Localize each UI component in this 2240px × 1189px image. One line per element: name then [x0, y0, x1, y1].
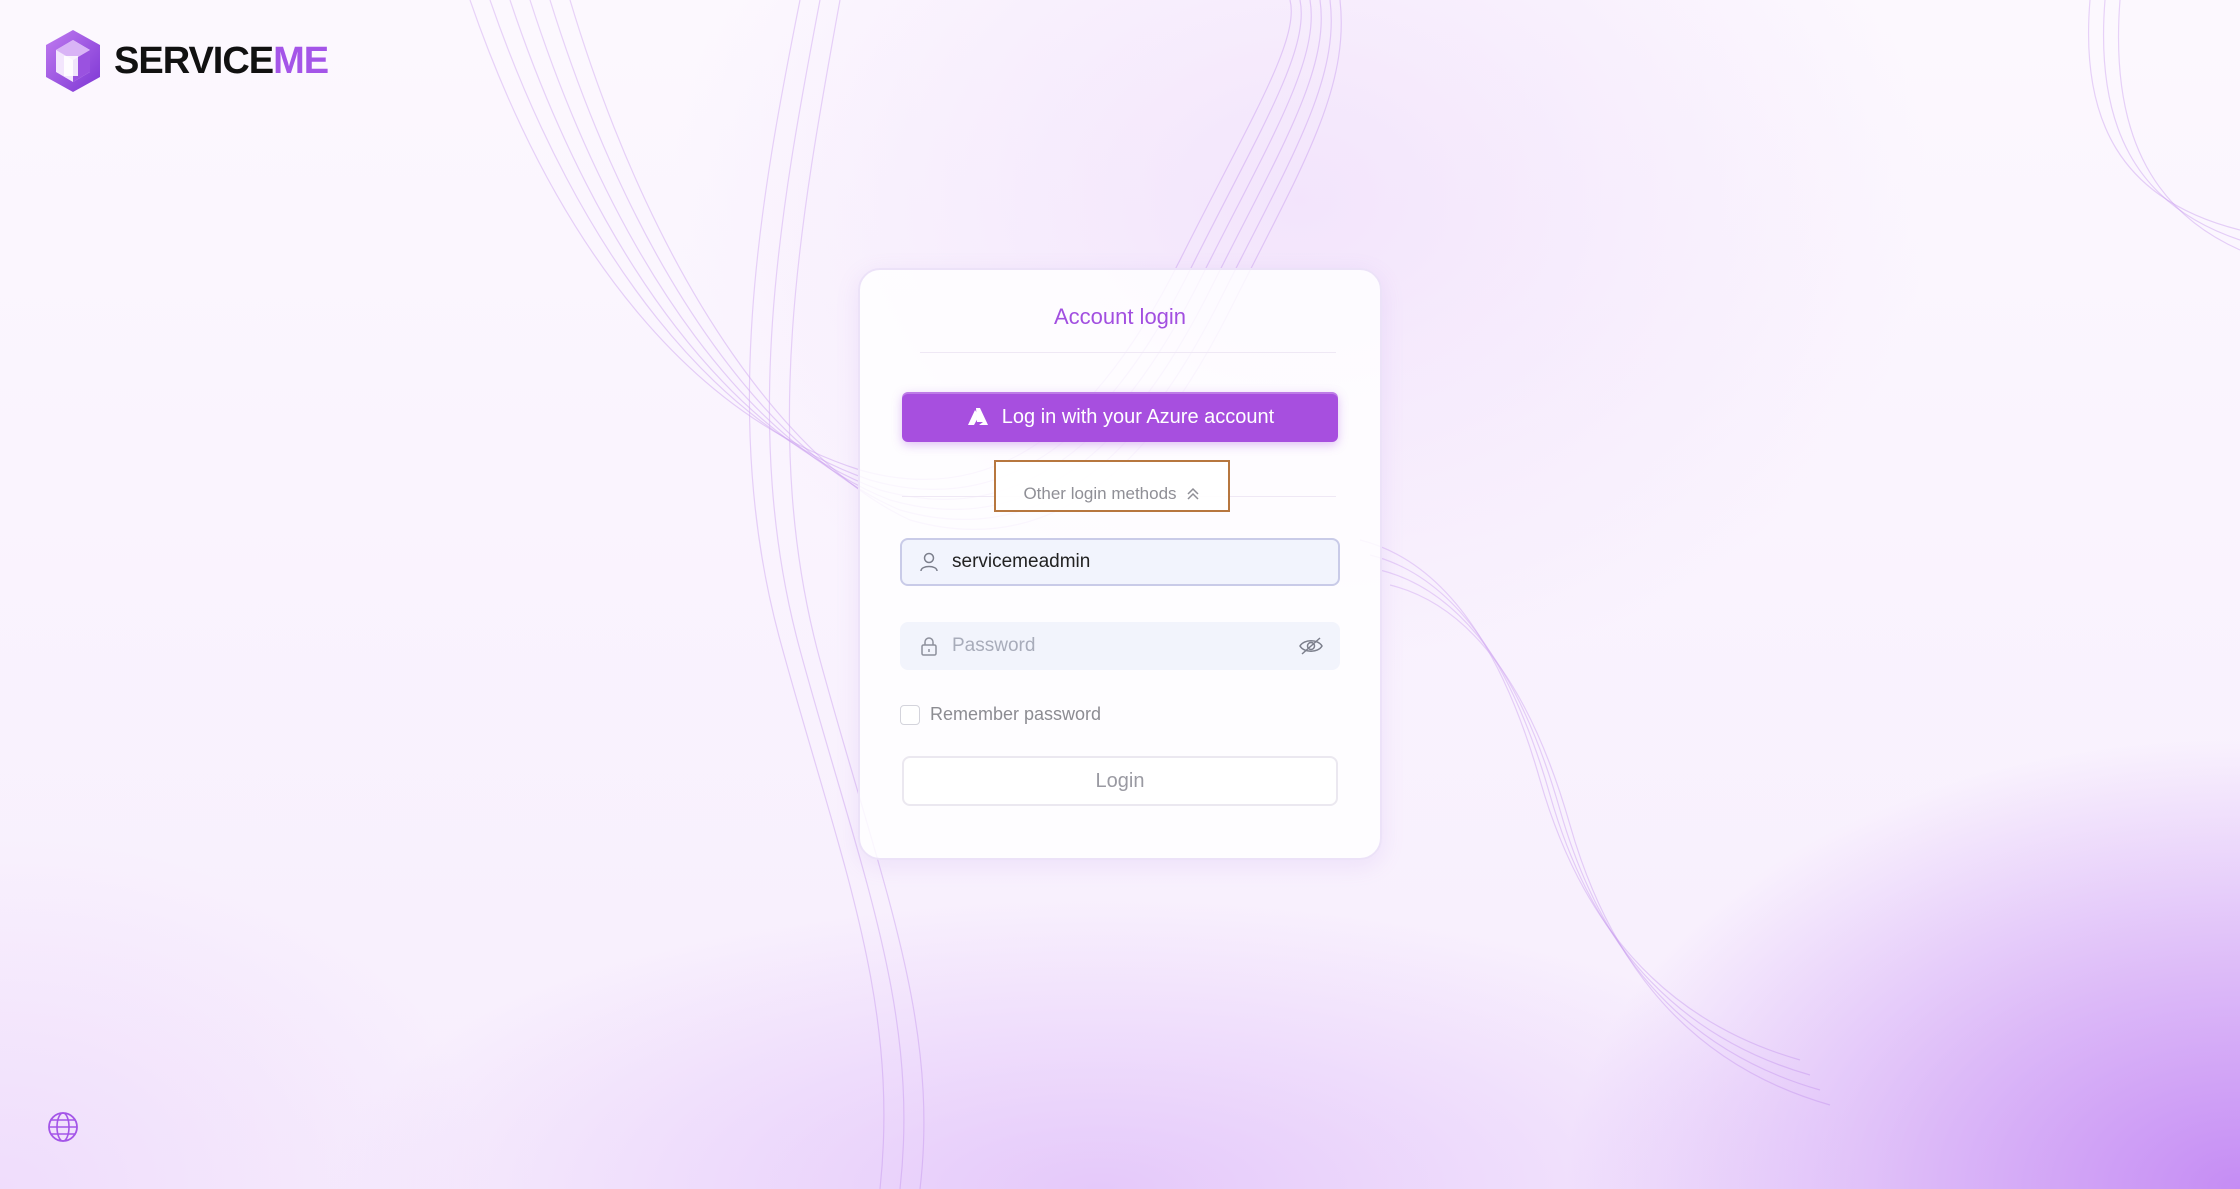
- username-field[interactable]: [900, 538, 1340, 586]
- remember-password: Remember password: [900, 704, 1101, 725]
- password-field[interactable]: [900, 622, 1340, 670]
- brand-name: SERVICEME: [114, 39, 329, 83]
- brand-name-primary: SERVICE: [114, 39, 274, 82]
- serviceme-logo-icon: [46, 30, 100, 92]
- username-input[interactable]: [950, 550, 1324, 574]
- brand-logo: SERVICEME: [42, 28, 329, 94]
- brand-name-accent: ME: [273, 39, 329, 82]
- lock-icon: [921, 637, 937, 656]
- remember-password-label: Remember password: [930, 704, 1102, 724]
- other-login-methods-toggle[interactable]: Other login methods: [994, 460, 1230, 512]
- login-button[interactable]: Login: [902, 756, 1338, 806]
- user-icon: [920, 552, 938, 572]
- remember-password-checkbox[interactable]: [900, 704, 920, 725]
- login-card: Account login Log in with your Azure acc…: [858, 268, 1382, 860]
- globe-icon[interactable]: [46, 1110, 80, 1144]
- azure-login-button[interactable]: Log in with your Azure account: [902, 392, 1338, 442]
- title-divider: [920, 352, 1336, 353]
- chevron-double-up-icon: [1187, 487, 1199, 500]
- card-title: Account login: [1053, 304, 1187, 329]
- eye-off-icon[interactable]: [1298, 635, 1324, 657]
- azure-icon: [967, 408, 988, 425]
- other-login-methods-label: Other login methods: [1023, 484, 1177, 503]
- password-input[interactable]: [950, 634, 1298, 658]
- login-button-label: Login: [1095, 769, 1145, 792]
- azure-login-label: Log in with your Azure account: [1001, 405, 1275, 428]
